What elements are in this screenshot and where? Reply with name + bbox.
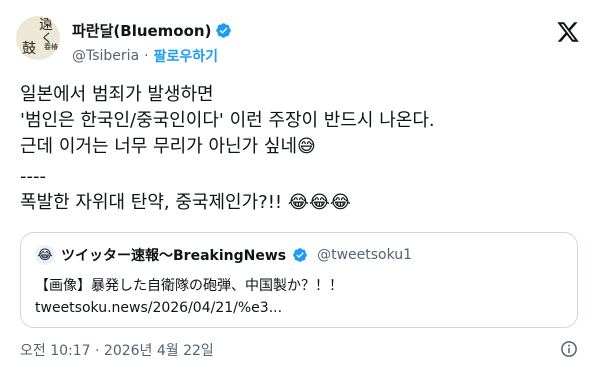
verified-badge-icon — [293, 248, 307, 262]
quoted-author-avatar[interactable]: 😂 — [35, 245, 55, 265]
quoted-post-line: 【画像】暴発した自衛隊の砲弾、中国製か？！！ — [35, 278, 343, 294]
author-avatar[interactable]: 遠 く 鼓 春 椿 — [16, 16, 60, 60]
avatar-glyph: 椿 — [51, 43, 58, 51]
post-timestamp[interactable]: 오전 10:17 · 2026년 4월 22일 — [20, 340, 214, 360]
verified-badge-icon — [216, 23, 232, 38]
author-handle[interactable]: @Tsiberia — [72, 48, 139, 64]
separator-dot: · — [144, 48, 149, 64]
info-icon[interactable] — [560, 340, 578, 358]
post-line: 일본에서 범죄가 발생하면 — [20, 84, 214, 105]
avatar-glyph: 鼓 — [22, 41, 36, 57]
x-logo-icon[interactable] — [556, 20, 580, 44]
author-name-row: 파란달(Bluemoon) — [72, 20, 232, 41]
quoted-author-name[interactable]: ツイッター速報〜BreakingNews — [61, 245, 286, 265]
avatar-glyph: 春 — [44, 43, 51, 51]
quoted-post[interactable]: 😂 ツイッター速報〜BreakingNews @tweetsoku1 【画像】暴… — [20, 232, 578, 328]
quoted-author-handle[interactable]: @tweetsoku1 — [317, 247, 412, 263]
post-line: 폭발한 자위대 탄약, 중국제인가?!! 😂😂😂 — [20, 192, 351, 213]
quoted-post-link[interactable]: tweetsoku.news/2026/04/21/%e3... — [35, 300, 282, 316]
follow-button[interactable]: 팔로우하기 — [154, 46, 218, 66]
avatar-glyph: 遠 — [39, 17, 53, 33]
author-handle-row: @Tsiberia · 팔로우하기 — [72, 46, 218, 66]
post-line: '범인은 한국인/중국인이다' 이런 주장이 반드시 나온다. — [20, 110, 435, 131]
post-body: 일본에서 범죄가 발생하면 '범인은 한국인/중국인이다' 이런 주장이 반드시… — [20, 82, 580, 216]
quoted-post-text: 【画像】暴発した自衛隊の砲弾、中国製か？！！ tweetsoku.news/20… — [35, 275, 343, 319]
author-display-name[interactable]: 파란달(Bluemoon) — [72, 20, 211, 41]
laughing-face-icon: 😂 — [37, 247, 53, 263]
quoted-post-header: 😂 ツイッター速報〜BreakingNews @tweetsoku1 — [35, 245, 412, 265]
post-line: ---- — [20, 166, 46, 187]
post-line: 근데 이거는 너무 무리가 아닌가 싶네😅 — [20, 136, 316, 157]
